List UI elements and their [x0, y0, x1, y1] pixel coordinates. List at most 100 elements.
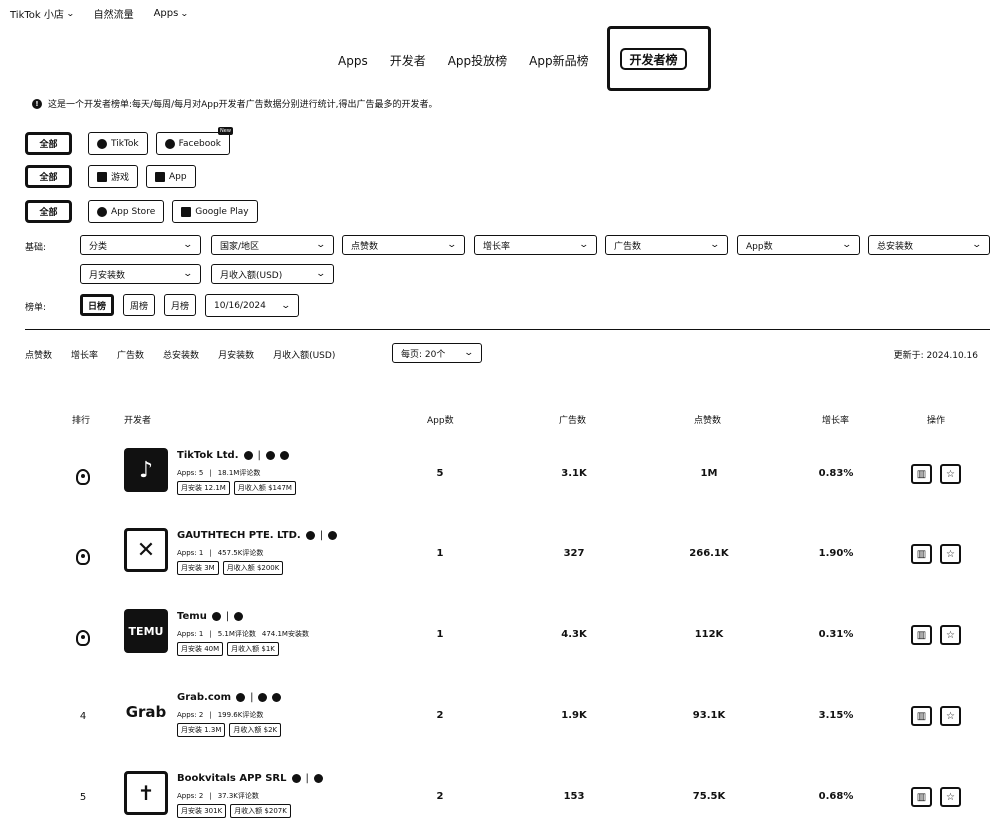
developer-name[interactable]: Temu |: [177, 611, 244, 622]
type-filter-row: 全部 游戏 App: [25, 165, 196, 188]
sort-likes[interactable]: 点赞数: [25, 348, 52, 361]
growth-value: 1.90%: [818, 548, 854, 559]
developer-name-text: Grab.com: [177, 692, 232, 703]
favorite-button[interactable]: ☆: [940, 625, 961, 645]
growth-value: 0.83%: [818, 468, 854, 479]
favorite-button[interactable]: ☆: [940, 787, 961, 807]
platform-all-button[interactable]: 全部: [25, 132, 72, 155]
nav-apps[interactable]: Apps ⌄: [154, 8, 189, 19]
category-select[interactable]: 分类 ⌄: [80, 235, 201, 255]
sort-bar: 点赞数 增长率 广告数 总安装数 月安装数 月收入额(USD): [25, 348, 335, 361]
store-all-button[interactable]: 全部: [25, 200, 72, 223]
chart-button[interactable]: ▥: [911, 706, 932, 726]
favorite-button[interactable]: ☆: [940, 706, 961, 726]
growth-value: 0.31%: [818, 629, 854, 640]
platform-facebook-button[interactable]: Facebook New: [155, 127, 233, 155]
medal-icon: [76, 549, 90, 565]
table-row[interactable]: 4 Grab Grab.com | Apps: 2 | 199.6K评论数 月安装 1…: [0, 683, 997, 763]
sort-total-installs[interactable]: 总安装数: [163, 348, 199, 361]
table-row[interactable]: ♪ TikTok Ltd. | Apps: 5 | 18.1M评论数 月安装 12.1…: [0, 441, 997, 521]
ads-select[interactable]: 广告数 ⌄: [605, 235, 728, 255]
monthly-rank-button[interactable]: 月榜: [164, 294, 196, 316]
store-appstore-button[interactable]: App Store: [88, 200, 165, 223]
date-select-label: 10/16/2024: [214, 300, 266, 311]
country-select[interactable]: 国家/地区 ⌄: [211, 235, 334, 255]
nav-organic-traffic-label: 自然流量: [93, 10, 134, 21]
developer-name-text: Temu: [177, 611, 207, 622]
app-count-value: 2: [436, 791, 444, 802]
tab-apps[interactable]: Apps: [338, 54, 368, 68]
platform-filter-row: 全部 TikTok Facebook New: [25, 127, 233, 155]
meta-reviews: 37.3K评论数: [217, 792, 259, 800]
chart-button[interactable]: ▥: [911, 464, 932, 484]
monthly-revenue-select[interactable]: 月收入额(USD) ⌄: [211, 264, 334, 284]
developer-name[interactable]: Bookvitals APP SRL |: [177, 773, 323, 784]
table-row[interactable]: 5 ✝ Bookvitals APP SRL | Apps: 2 | 37.3K评论数…: [0, 764, 997, 838]
favorite-button[interactable]: ☆: [940, 544, 961, 564]
ranking-label: 榜单:: [25, 303, 47, 313]
date-select[interactable]: 10/16/2024 ⌄: [205, 294, 299, 317]
chart-button[interactable]: ▥: [911, 625, 932, 645]
store-filter-row: 全部 App Store Google Play: [25, 200, 258, 223]
chevron-down-icon: ⌄: [182, 269, 194, 279]
type-app-button[interactable]: App: [146, 165, 196, 188]
growth-select-label: 增长率: [483, 241, 511, 252]
medal-icon: [76, 630, 90, 646]
meta-sep: |: [209, 469, 212, 477]
developer-name[interactable]: Grab.com |: [177, 692, 282, 703]
total-installs-select[interactable]: 总安装数 ⌄: [868, 235, 990, 255]
likes-value: 1M: [700, 468, 718, 479]
nav-tiktok-shop[interactable]: TikTok 小店 ⌄: [10, 6, 75, 21]
chart-button[interactable]: ▥: [911, 787, 932, 807]
total-installs-select-label: 总安装数: [877, 241, 914, 252]
tab-new-apps-ranking[interactable]: App新品榜: [529, 52, 588, 69]
nav-organic-traffic[interactable]: 自然流量: [94, 6, 134, 21]
tab-developers[interactable]: 开发者: [390, 52, 426, 69]
table-row[interactable]: ✕ GAUTHTECH PTE. LTD. | Apps: 1 | 457.5K评论数…: [0, 521, 997, 601]
developer-logo: ✕: [124, 528, 168, 572]
likes-select[interactable]: 点赞数 ⌄: [342, 235, 465, 255]
weekly-rank-button[interactable]: 周榜: [123, 294, 155, 316]
country-select-label: 国家/地区: [220, 241, 260, 252]
monthly-installs-select[interactable]: 月安装数 ⌄: [80, 264, 201, 284]
developer-tags: 月安装 3M 月收入额 $200K: [177, 561, 284, 575]
info-text: 这是一个开发者榜单:每天/每周/每月对App开发者广告数据分别进行统计,得出广告…: [48, 100, 438, 110]
sort-monthly-installs[interactable]: 月安装数: [218, 348, 254, 361]
developer-name[interactable]: GAUTHTECH PTE. LTD. |: [177, 530, 338, 541]
meta-reviews: 5.1M评论数: [217, 630, 256, 638]
meta-installs: 474.1M安装数: [261, 630, 309, 638]
header-likes: 点赞数: [694, 416, 722, 426]
meta-apps: Apps: 5: [177, 469, 204, 477]
meta-apps: Apps: 2: [177, 711, 204, 719]
gamepad-icon: [97, 171, 107, 182]
monthly-revenue-tag: 月收入额 $2K: [229, 723, 282, 737]
facebook-icon: [279, 451, 289, 460]
app-count-select[interactable]: App数 ⌄: [737, 235, 860, 255]
main-tabs: Apps 开发者 App投放榜 App新品榜: [338, 52, 589, 69]
tab-developer-ranking[interactable]: 开发者榜: [620, 48, 687, 70]
daily-rank-button[interactable]: 日榜: [80, 294, 114, 316]
growth-select[interactable]: 增长率 ⌄: [474, 235, 597, 255]
likes-value: 75.5K: [692, 791, 726, 802]
sort-growth[interactable]: 增长率: [71, 348, 98, 361]
star-icon: ☆: [946, 791, 955, 803]
sort-monthly-revenue[interactable]: 月收入额(USD): [273, 348, 335, 361]
developer-name[interactable]: TikTok Ltd. |: [177, 450, 289, 461]
header-developer: 开发者: [124, 416, 152, 426]
platform-tiktok-button[interactable]: TikTok: [88, 132, 148, 155]
type-game-button[interactable]: 游戏: [88, 165, 139, 188]
chart-button[interactable]: ▥: [911, 544, 932, 564]
sort-ads[interactable]: 广告数: [117, 348, 144, 361]
store-googleplay-button[interactable]: Google Play: [172, 200, 258, 223]
type-all-button[interactable]: 全部: [25, 165, 72, 188]
app-count-value: 1: [436, 548, 444, 559]
developer-name-text: Bookvitals APP SRL: [177, 773, 287, 784]
meta-sep: |: [209, 792, 212, 800]
type-app-label: App: [169, 171, 187, 182]
favorite-button[interactable]: ☆: [940, 464, 961, 484]
per-page-select[interactable]: 每页: 20个 ⌄: [392, 343, 482, 363]
tab-app-ads-ranking[interactable]: App投放榜: [448, 52, 507, 69]
bar-chart-icon: ▥: [916, 710, 927, 722]
rank-medal: [74, 549, 92, 568]
table-row[interactable]: TEMU Temu | Apps: 1 | 5.1M评论数 474.1M安装数 月安装 …: [0, 602, 997, 682]
